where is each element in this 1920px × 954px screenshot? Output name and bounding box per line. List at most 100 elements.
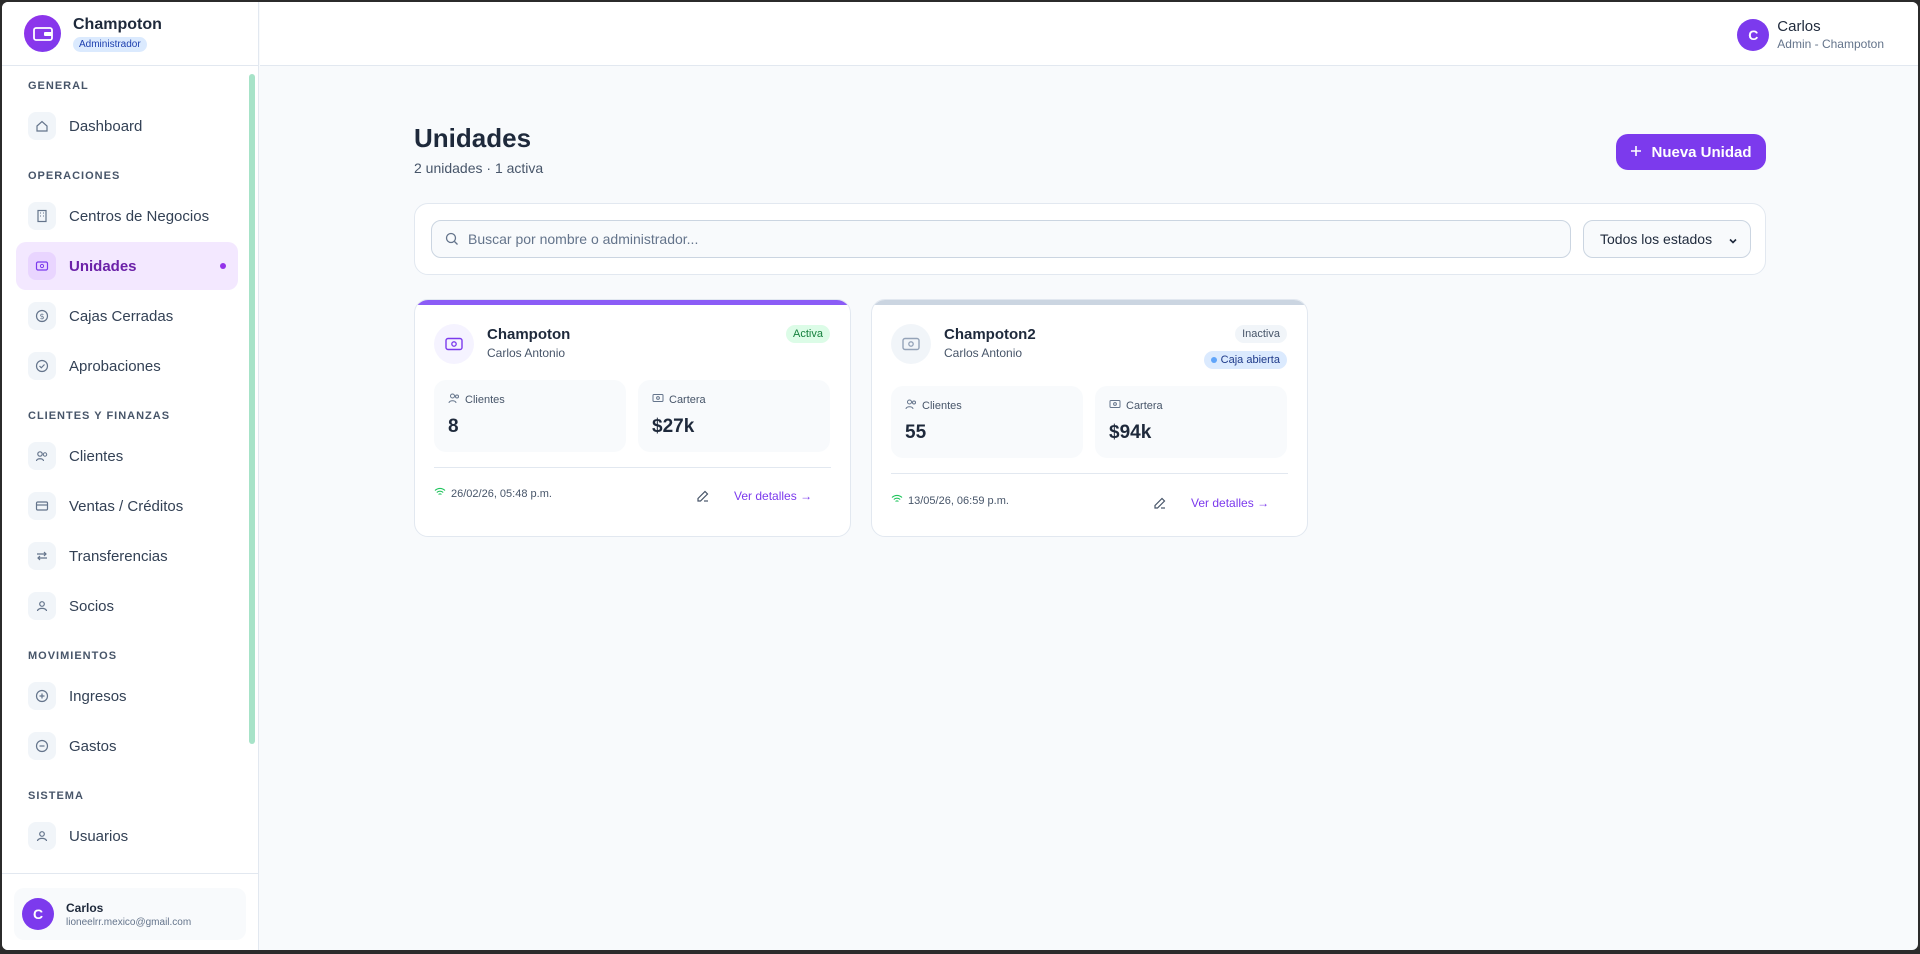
users-icon (905, 398, 917, 413)
sidebar-item-usuarios[interactable]: Usuarios (16, 812, 238, 860)
search-box (431, 220, 1571, 258)
sidebar-item-label: Socios (69, 597, 115, 615)
divider (2, 873, 258, 874)
edit-icon[interactable] (1150, 493, 1170, 513)
credit-card-icon (28, 492, 56, 520)
new-unit-button[interactable]: Nueva Unidad (1616, 134, 1766, 170)
new-unit-label: Nueva Unidad (1651, 143, 1752, 161)
card-accent-bar (415, 300, 850, 305)
wallet-icon (434, 324, 474, 364)
sidebar-item-unidades[interactable]: Unidades (16, 242, 238, 290)
sidebar-item-gastos[interactable]: Gastos (16, 722, 238, 770)
section-title-clientes-finanzas: CLIENTES Y FINANZAS (28, 410, 171, 422)
building-icon (28, 202, 56, 230)
svg-text:$: $ (39, 312, 44, 321)
status-badge: Activa (786, 325, 830, 343)
cash-open-label: Caja abierta (1220, 354, 1280, 366)
page-title: Unidades (414, 123, 532, 153)
minus-circle-icon (28, 732, 56, 760)
edit-icon[interactable] (693, 486, 713, 506)
sidebar-item-transferencias[interactable]: Transferencias (16, 532, 238, 580)
sidebar-item-label: Ingresos (69, 687, 127, 705)
portfolio-label: Cartera (1126, 399, 1163, 412)
brand-name: Champoton (73, 15, 162, 33)
dollar-circle-icon: $ (28, 302, 56, 330)
portfolio-value: $27k (652, 416, 695, 437)
sidebar-item-label: Unidades (69, 257, 137, 275)
card-accent-bar (872, 300, 1307, 305)
portfolio-label: Cartera (669, 393, 706, 406)
wallet-logo-icon (24, 15, 61, 52)
view-details-link[interactable]: Ver detalles → (1191, 496, 1269, 510)
active-indicator (220, 263, 226, 269)
sidebar-item-ingresos[interactable]: Ingresos (16, 672, 238, 720)
status-dot (1210, 357, 1217, 363)
header-user-name: Carlos (1777, 18, 1821, 35)
unit-name: Champoton2 (944, 326, 1036, 343)
view-details-label: Ver detalles (1191, 496, 1254, 510)
users-icon (448, 392, 460, 407)
sidebar-item-centros[interactable]: Centros de Negocios (16, 192, 238, 240)
sidebar-item-socios[interactable]: Socios (16, 582, 238, 630)
clients-value: 55 (905, 422, 927, 443)
sidebar-scrollbar[interactable] (249, 74, 255, 744)
wallet-icon (891, 324, 931, 364)
brand: Champoton Administrador (2, 2, 258, 66)
plus-icon (1630, 144, 1642, 161)
status-filter-value: Todos los estados (1600, 231, 1713, 247)
sidebar: Champoton Administrador GENERAL Dashboar… (2, 2, 259, 950)
sidebar-user-card[interactable]: C Carlos lioneelrr.mexico@gmail.com (14, 888, 246, 940)
clients-stat: Clientes 55 (891, 386, 1083, 458)
arrow-right-icon: → (800, 489, 813, 503)
sidebar-item-clientes[interactable]: Clientes (16, 432, 238, 480)
wifi-icon (434, 487, 446, 500)
view-details-link[interactable]: Ver detalles → (734, 489, 812, 503)
wallet-icon (1109, 398, 1121, 413)
partners-icon (28, 592, 56, 620)
unit-name: Champoton (487, 326, 571, 343)
wallet-icon (652, 392, 664, 407)
section-title-operaciones: OPERACIONES (28, 170, 121, 182)
sidebar-item-label: Gastos (69, 737, 117, 755)
main-content: Unidades 2 unidades · 1 activa Nueva Uni… (260, 67, 1918, 950)
user-name: Carlos (66, 900, 104, 915)
sidebar-item-dashboard[interactable]: Dashboard (16, 102, 238, 150)
card-divider (434, 467, 831, 468)
avatar: C (1737, 18, 1770, 51)
section-title-general: GENERAL (28, 80, 89, 92)
header-user-role: Admin - Champoton (1777, 37, 1884, 51)
sidebar-item-label: Transferencias (69, 547, 168, 565)
app-window: Champoton Administrador GENERAL Dashboar… (2, 2, 1918, 950)
unit-admin: Carlos Antonio (944, 346, 1023, 360)
sidebar-item-label: Aprobaciones (69, 357, 161, 375)
sidebar-item-label: Dashboard (69, 117, 143, 135)
section-title-movimientos: MOVIMIENTOS (28, 650, 118, 662)
timestamp: 26/02/26, 05:48 p.m. (451, 487, 552, 500)
clients-stat: Clientes 8 (434, 380, 626, 452)
wallet-icon (28, 252, 56, 280)
sidebar-item-label: Cajas Cerradas (69, 307, 174, 325)
users-icon (28, 442, 56, 470)
clients-label: Clientes (465, 393, 505, 406)
sidebar-item-cajas-cerradas[interactable]: $ Cajas Cerradas (16, 292, 238, 340)
timestamp: 13/05/26, 06:59 p.m. (908, 494, 1009, 507)
portfolio-value: $94k (1109, 422, 1152, 443)
unit-admin: Carlos Antonio (487, 346, 566, 360)
last-activity: 13/05/26, 06:59 p.m. (891, 494, 1009, 507)
check-circle-icon (28, 352, 56, 380)
sidebar-item-ventas[interactable]: Ventas / Créditos (16, 482, 238, 530)
clients-label: Clientes (922, 399, 962, 412)
clients-value: 8 (448, 416, 459, 437)
status-filter-select[interactable]: Todos los estados (1583, 220, 1751, 258)
top-header: C Carlos Admin - Champoton (260, 2, 1918, 66)
plus-circle-icon (28, 682, 56, 710)
chevron-down-icon (1728, 233, 1738, 249)
home-icon (28, 112, 56, 140)
search-input[interactable] (468, 221, 1558, 257)
status-badge: Inactiva (1235, 325, 1287, 343)
sidebar-item-aprobaciones[interactable]: Aprobaciones (16, 342, 238, 390)
sidebar-item-label: Centros de Negocios (69, 207, 210, 225)
sidebar-item-partial[interactable] (16, 862, 238, 872)
header-user-menu[interactable]: C Carlos Admin - Champoton (1737, 18, 1884, 51)
cash-open-badge: Caja abierta (1203, 351, 1287, 369)
